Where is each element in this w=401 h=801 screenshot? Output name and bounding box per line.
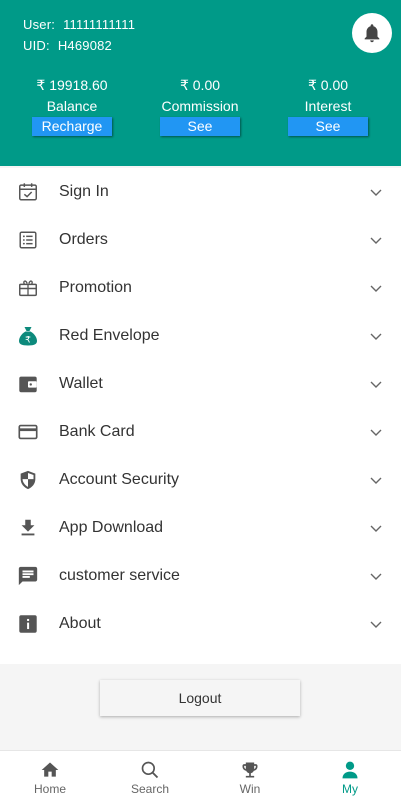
- interest-amount: ₹ 0.00: [307, 77, 349, 93]
- tab-win[interactable]: Win: [200, 751, 300, 801]
- chevron-down-icon: [370, 573, 382, 580]
- menu-item-wallet[interactable]: Wallet: [0, 360, 401, 408]
- menu-item-promotion[interactable]: Promotion: [0, 264, 401, 312]
- menu-item-label: Account Security: [59, 471, 180, 488]
- account-header: User: 11111111111 UID: H469082 ₹ 19918.60 …: [0, 0, 401, 166]
- balance-label: Balance: [46, 98, 98, 114]
- menu-item-sign-in[interactable]: Sign In: [0, 168, 401, 216]
- commission-label: Commission: [161, 98, 239, 114]
- chevron-down-icon: [370, 429, 382, 436]
- trophy-icon: [240, 760, 260, 780]
- menu-item-customer-service[interactable]: customer service: [0, 552, 401, 600]
- commission-see-button[interactable]: See: [160, 117, 240, 136]
- chevron-down-icon: [370, 381, 382, 388]
- uid-label: UID:: [23, 38, 50, 53]
- chevron-down-icon: [370, 525, 382, 532]
- stat-commission: ₹ 0.00 Commission See: [145, 77, 255, 136]
- menu-item-account-security[interactable]: Account Security: [0, 456, 401, 504]
- chevron-down-icon: [370, 237, 382, 244]
- user-label: User:: [23, 17, 56, 32]
- tab-label: Win: [239, 782, 261, 796]
- balance-amount: ₹ 19918.60: [36, 77, 108, 93]
- gift-box-icon: [16, 276, 40, 300]
- chat-icon: [16, 564, 40, 588]
- menu-item-label: Wallet: [59, 375, 103, 392]
- chevron-down-icon: [370, 285, 382, 292]
- chevron-down-icon: [370, 189, 382, 196]
- account-menu: Sign In Orders Promotion ₹ Red Envelope …: [0, 168, 401, 664]
- uid-line: UID: H469082: [23, 38, 112, 53]
- wallet-icon: [16, 372, 40, 396]
- menu-item-red-envelope[interactable]: ₹ Red Envelope: [0, 312, 401, 360]
- stat-interest: ₹ 0.00 Interest See: [273, 77, 383, 136]
- user-value: 11111111111: [63, 17, 136, 32]
- tab-search[interactable]: Search: [100, 751, 200, 801]
- menu-item-label: About: [59, 615, 101, 632]
- search-icon: [140, 760, 160, 780]
- logout-button[interactable]: Logout: [100, 680, 300, 716]
- menu-item-label: Orders: [59, 231, 108, 248]
- user-line: User: 11111111111: [23, 17, 135, 32]
- shield-icon: [16, 468, 40, 492]
- chevron-down-icon: [370, 477, 382, 484]
- svg-text:₹: ₹: [25, 336, 31, 346]
- logout-section: Logout: [0, 664, 401, 750]
- tab-my[interactable]: My: [300, 751, 400, 801]
- interest-label: Interest: [304, 98, 352, 114]
- interest-see-button[interactable]: See: [288, 117, 368, 136]
- commission-amount: ₹ 0.00: [179, 77, 221, 93]
- list-icon: [16, 228, 40, 252]
- menu-item-app-download[interactable]: App Download: [0, 504, 401, 552]
- uid-value: H469082: [57, 38, 112, 53]
- info-icon: [16, 612, 40, 636]
- tab-home[interactable]: Home: [0, 751, 100, 801]
- credit-card-icon: [16, 420, 40, 444]
- chevron-down-icon: [370, 621, 382, 628]
- bell-icon: [364, 24, 380, 43]
- person-icon: [340, 760, 360, 780]
- menu-item-bank-card[interactable]: Bank Card: [0, 408, 401, 456]
- recharge-button[interactable]: Recharge: [32, 117, 112, 136]
- menu-item-label: Promotion: [59, 279, 132, 296]
- home-icon: [40, 760, 60, 780]
- bottom-tab-bar: Home Search Win My: [0, 750, 401, 801]
- menu-item-label: Red Envelope: [59, 327, 160, 344]
- tab-label: My: [342, 782, 358, 796]
- menu-item-orders[interactable]: Orders: [0, 216, 401, 264]
- tab-label: Home: [33, 782, 66, 796]
- menu-item-label: Bank Card: [59, 423, 135, 440]
- stat-balance: ₹ 19918.60 Balance Recharge: [17, 77, 127, 136]
- money-bag-icon: ₹: [16, 324, 40, 348]
- notification-button[interactable]: [352, 13, 392, 53]
- menu-item-label: customer service: [59, 567, 180, 584]
- chevron-down-icon: [370, 333, 382, 340]
- menu-item-label: App Download: [59, 519, 164, 536]
- calendar-check-icon: [16, 180, 40, 204]
- menu-item-about[interactable]: About: [0, 600, 401, 648]
- download-icon: [16, 516, 40, 540]
- tab-label: Search: [130, 782, 170, 796]
- menu-item-label: Sign In: [59, 183, 109, 200]
